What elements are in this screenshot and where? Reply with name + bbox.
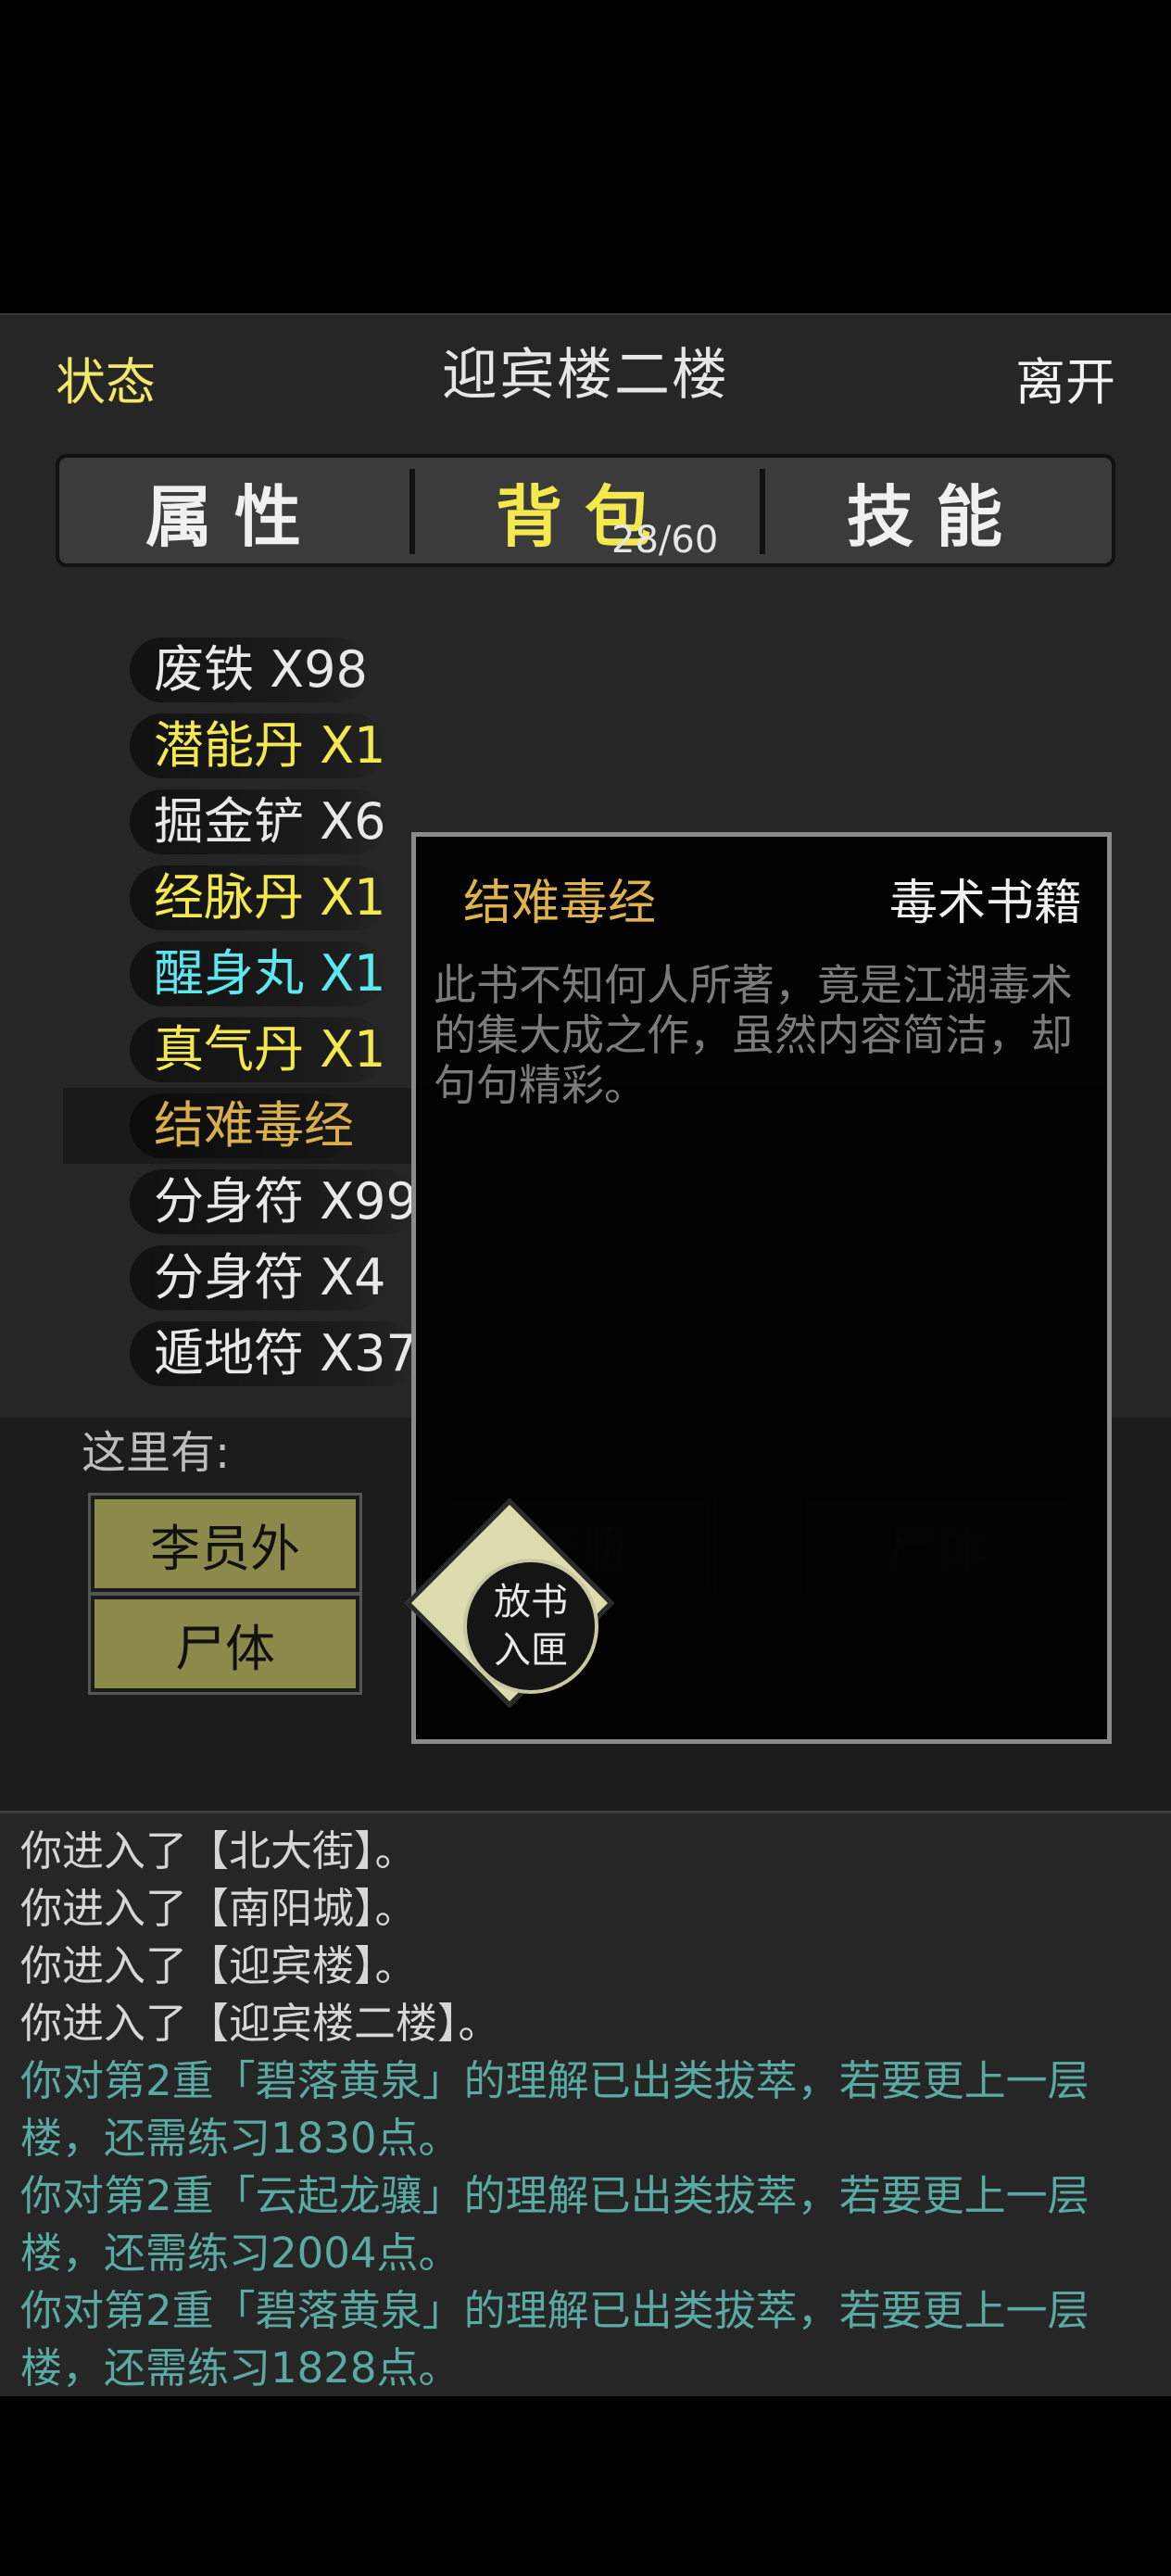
log-line: 你对第2重「云起龙骧」的理解已出类拔萃，若要更上一层楼，还需练习2004点。 [20,2171,1089,2278]
tab-bar: 属性 背包 技能 [56,454,1115,567]
item-name: 结难毒经 [463,876,657,931]
npc-button-li-yuanwai[interactable]: 李员外 [88,1493,362,1595]
inventory-item[interactable]: 真气丹 X1 [130,1017,386,1082]
inventory-item[interactable]: 结难毒经 [130,1093,354,1158]
item-description: 此书不知何人所著，竟是江湖毒术的集大成之作，虽然内容简洁，却句句精彩。 [434,960,1073,1110]
store-book-label-1: 放书 [494,1581,568,1623]
inventory-item[interactable]: 掘金铲 X6 [130,789,386,854]
inventory-item[interactable]: 废铁 X98 [130,638,368,702]
tab-attributes[interactable]: 属性 [59,458,409,563]
log-line: 你对第2重「碧落黄泉」的理解已出类拔萃，若要更上一层楼，还需练习1828点。 [20,2286,1089,2393]
here-label: 这里有: [82,1427,231,1479]
inventory-item[interactable]: 分身符 X4 [130,1245,386,1310]
log-line: 你对第2重「碧落黄泉」的理解已出类拔萃，若要更上一层楼，还需练习1830点。 [20,2056,1089,2163]
log-line: 你进入了【迎宾楼二楼】。 [20,1999,500,2048]
leave-button[interactable]: 离开 [1015,341,1115,414]
inventory-item[interactable]: 经脉丹 X1 [130,865,386,930]
item-type: 毒术书籍 [888,876,1082,931]
log-line: 你进入了【北大街】。 [20,1826,417,1875]
store-book-button[interactable]: 放书 入匣 [463,1559,598,1694]
log-line: 你进入了【南阳城】。 [20,1884,417,1933]
location-title: 迎宾楼二楼 [442,343,729,408]
inventory-item[interactable]: 分身符 X99 [130,1169,418,1234]
inventory-item[interactable]: 潜能丹 X1 [130,713,386,778]
bag-count: 28/60 [611,519,719,562]
npc-button-corpse[interactable]: 尸体 [88,1593,362,1695]
store-book-label-2: 入匣 [494,1629,568,1672]
message-log: 你进入了【北大街】。 你进入了【南阳城】。 你进入了【迎宾楼】。你进入了【迎宾楼二楼… [0,1811,1171,2396]
inventory-item[interactable]: 醒身丸 X1 [130,941,386,1006]
log-line: 你进入了【迎宾楼】。 [20,1941,417,1990]
tab-skills[interactable]: 技能 [760,458,1112,563]
inventory-item[interactable]: 遁地符 X37 [130,1321,418,1386]
